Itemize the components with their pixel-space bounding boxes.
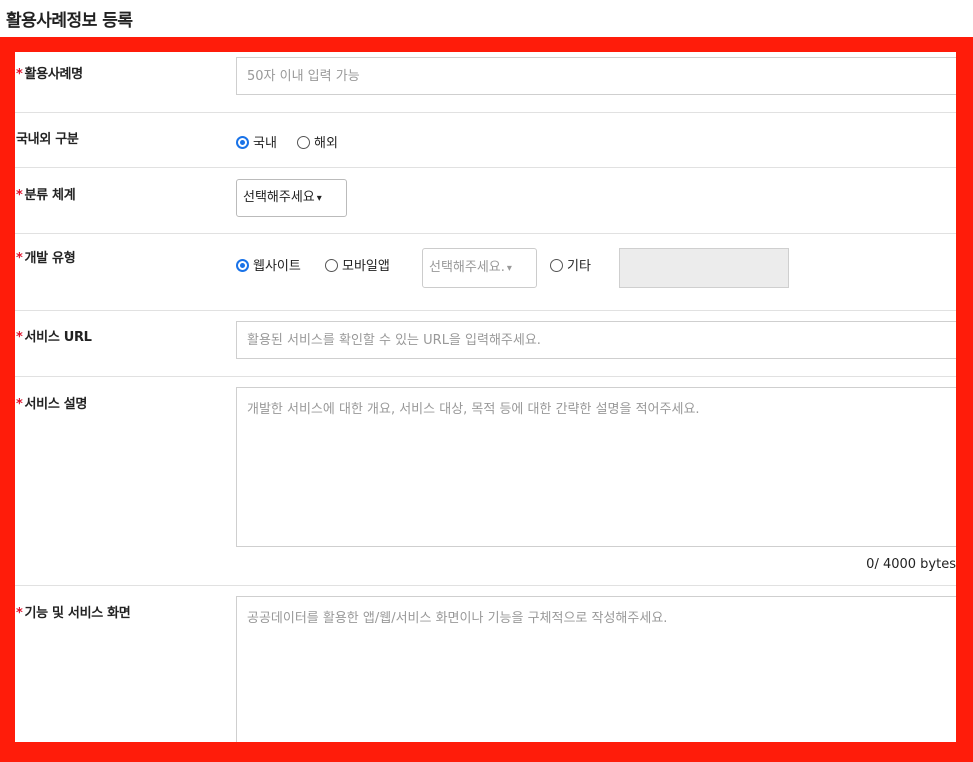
- registration-form: * 활용사례명 50자 이내 입력 가능 국내외 구분 국내 해외 * 분류 체계 …: [15, 52, 956, 742]
- url-input[interactable]: 활용된 서비스를 확인할 수 있는 URL을 입력해주세요.: [236, 321, 956, 359]
- chevron-down-icon: ▾: [506, 263, 512, 274]
- etc-input[interactable]: [619, 248, 789, 288]
- label-description: * 서비스 설명: [16, 397, 88, 412]
- label-name: * 활용사례명: [16, 67, 83, 82]
- byte-counter: 0/ 4000 bytes: [866, 557, 956, 572]
- radio-overseas[interactable]: 해외: [297, 132, 338, 151]
- radio-checked-icon: [236, 258, 249, 272]
- row-url: * 서비스 URL 활용된 서비스를 확인할 수 있는 URL을 입력해주세요.: [15, 311, 956, 377]
- label-features: * 기능 및 서비스 화면: [16, 606, 131, 621]
- mobile-app-select[interactable]: 선택해주세요. ▾: [422, 248, 537, 288]
- radio-checked-icon: [236, 135, 249, 149]
- label-url: * 서비스 URL: [16, 330, 92, 345]
- radio-website[interactable]: 웹사이트: [236, 255, 301, 274]
- label-region: 국내외 구분: [16, 132, 79, 147]
- radio-unchecked-icon: [325, 258, 338, 272]
- label-category: * 분류 체계: [16, 188, 76, 203]
- chevron-down-icon: ▾: [316, 193, 322, 204]
- radio-mobile-app[interactable]: 모바일앱: [325, 255, 390, 274]
- name-input[interactable]: 50자 이내 입력 가능: [236, 57, 956, 95]
- category-select[interactable]: 선택해주세요 ▾: [236, 179, 347, 217]
- radio-etc[interactable]: 기타: [550, 255, 591, 274]
- row-name: * 활용사례명 50자 이내 입력 가능: [15, 52, 956, 113]
- row-features: * 기능 및 서비스 화면 공공데이터를 활용한 앱/웹/서비스 화면이나 기능을…: [15, 586, 956, 742]
- row-category: * 분류 체계 선택해주세요 ▾: [15, 168, 956, 234]
- radio-unchecked-icon: [550, 258, 563, 272]
- label-dev-type: * 개발 유형: [16, 251, 76, 266]
- highlight-frame: * 활용사례명 50자 이내 입력 가능 국내외 구분 국내 해외 * 분류 체계 …: [0, 37, 973, 762]
- row-region: 국내외 구분 국내 해외: [15, 113, 956, 168]
- radio-domestic[interactable]: 국내: [236, 132, 277, 151]
- row-description: * 서비스 설명 개발한 서비스에 대한 개요, 서비스 대상, 목적 등에 대한…: [15, 377, 956, 586]
- radio-unchecked-icon: [297, 135, 310, 149]
- description-textarea[interactable]: 개발한 서비스에 대한 개요, 서비스 대상, 목적 등에 대한 간략한 설명을…: [236, 387, 956, 547]
- row-dev-type: * 개발 유형 웹사이트 모바일앱 선택해주세요. ▾ 기타: [15, 234, 956, 311]
- features-textarea[interactable]: 공공데이터를 활용한 앱/웹/서비스 화면이나 기능을 구체적으로 작성해주세요…: [236, 596, 956, 742]
- page-title: 활용사례정보 등록: [6, 11, 133, 31]
